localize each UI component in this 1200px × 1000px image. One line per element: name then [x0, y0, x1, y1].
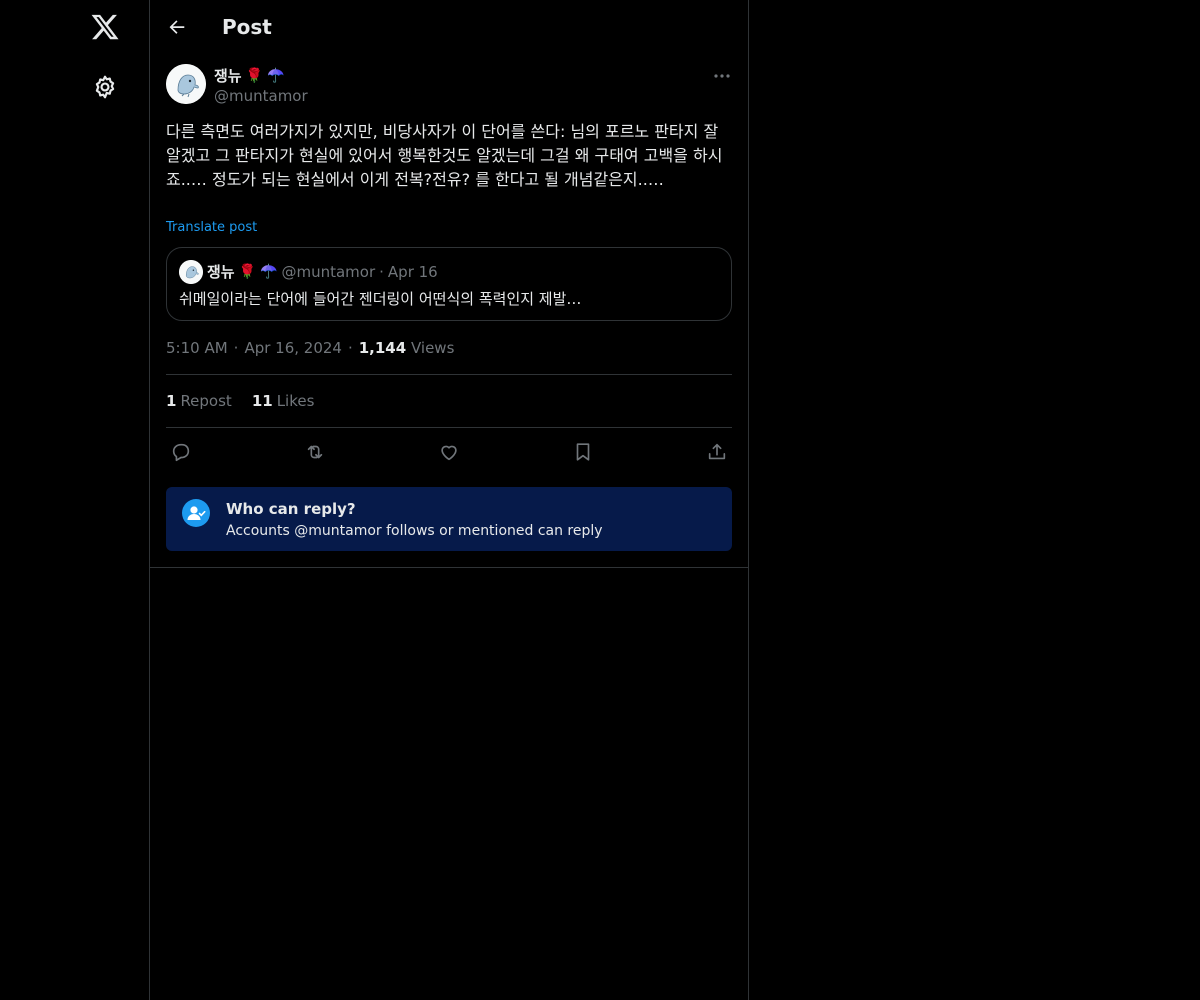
quoted-header: 쟁뉴 🌹 ☂️ @muntamor · Apr 16: [207, 262, 438, 282]
reply-restriction-notice: Who can reply? Accounts @muntamor follow…: [166, 487, 732, 551]
arrow-left-icon: [169, 20, 185, 34]
more-horizontal-icon: [714, 74, 730, 78]
share-button[interactable]: [702, 439, 732, 465]
reposts-stat[interactable]: 1 Repost: [166, 391, 232, 411]
gear-icon[interactable]: [92, 74, 118, 100]
reposts-label: Repost: [180, 392, 232, 410]
quoted-post[interactable]: 쟁뉴 🌹 ☂️ @muntamor · Apr 16 쉬메일이라는 단어에 들어…: [166, 247, 732, 321]
avatar[interactable]: [166, 64, 206, 104]
more-button[interactable]: [712, 66, 732, 86]
post-meta: 5:10 AM · Apr 16, 2024 · 1,144 Views: [166, 338, 454, 358]
page-title: Post: [222, 15, 272, 39]
engagement-stats: 1 Repost 11 Likes: [166, 391, 314, 411]
post-date[interactable]: Apr 16, 2024: [244, 338, 342, 358]
like-button[interactable]: [434, 439, 464, 465]
quoted-handle: @muntamor: [281, 263, 376, 281]
back-button[interactable]: [164, 14, 190, 40]
share-icon: [708, 443, 726, 460]
reply-icon: [172, 443, 190, 462]
umbrella-emoji: ☂️: [267, 68, 285, 84]
bookmark-icon: [576, 443, 590, 461]
likes-label: Likes: [276, 392, 315, 410]
quoted-rose-emoji: 🌹: [238, 264, 257, 280]
quoted-text: 쉬메일이라는 단어에 들어간 젠더링이 어떤식의 폭력인지 제발…: [179, 290, 582, 308]
author-name-row[interactable]: 쟁뉴 🌹 ☂️: [214, 66, 284, 86]
repost-button[interactable]: [300, 439, 330, 465]
reposts-count: 1: [166, 392, 177, 410]
divider: [166, 374, 732, 375]
views-label: Views: [410, 339, 455, 357]
quoted-umbrella-emoji: ☂️: [260, 264, 278, 280]
page-header: Post: [150, 0, 748, 54]
heart-icon: [441, 445, 457, 461]
reply-button[interactable]: [166, 439, 196, 465]
quoted-date: Apr 16: [387, 263, 438, 281]
post-time[interactable]: 5:10 AM: [166, 338, 228, 358]
person-check-icon: [182, 499, 210, 527]
action-bar: [166, 439, 732, 465]
left-rail: [0, 0, 150, 1000]
post-text: 다른 측면도 여러가지가 있지만, 비당사자가 이 단어를 쓴다: 님의 포르노…: [166, 122, 724, 189]
reply-restriction-title: Who can reply?: [226, 500, 356, 518]
quoted-display-name: 쟁뉴: [207, 263, 235, 281]
likes-stat[interactable]: 11 Likes: [252, 391, 315, 411]
reply-restriction-subtitle: Accounts @muntamor follows or mentioned …: [226, 523, 603, 539]
likes-count: 11: [251, 392, 273, 410]
rose-emoji: 🌹: [245, 68, 264, 84]
author-display-name[interactable]: 쟁뉴: [214, 66, 242, 86]
divider: [166, 427, 732, 428]
repost-icon: [307, 445, 323, 459]
translate-post-link[interactable]: Translate post: [166, 219, 257, 237]
author-handle[interactable]: @muntamor: [214, 86, 308, 106]
meta-separator-2: ·: [347, 339, 353, 357]
quoted-avatar: [179, 260, 203, 284]
main-column: Post 쟁뉴 🌹 ☂️ @muntamor 다른 측면도 여러가지가 있지만,…: [149, 0, 749, 1000]
x-logo-icon[interactable]: [90, 12, 120, 42]
quoted-separator: ·: [379, 263, 384, 281]
divider: [150, 567, 748, 568]
meta-separator: ·: [233, 339, 239, 357]
bookmark-button[interactable]: [568, 439, 598, 465]
views-count: 1,144: [358, 339, 407, 357]
